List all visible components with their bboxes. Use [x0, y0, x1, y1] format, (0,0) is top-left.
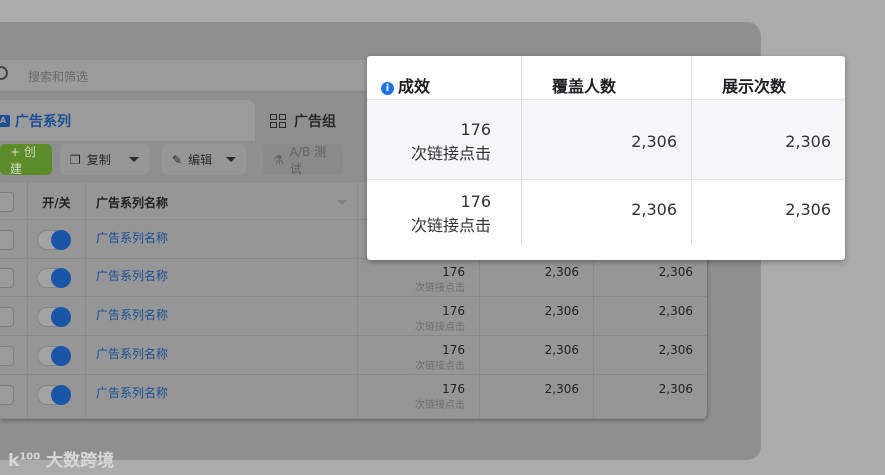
row-checkbox[interactable] — [0, 385, 14, 405]
campaign-icon: A — [0, 114, 10, 127]
column-tooltip-popup: i 成效 覆盖人数 展示次数 176 次链接点击 2,306 2,306 176 次链… — [367, 56, 845, 260]
result-value: 176 — [442, 265, 465, 279]
ab-test-button[interactable]: ⚗ A/B 测试 — [263, 144, 343, 176]
result-cell: 176 次链接点击 — [358, 336, 480, 374]
impressions-value: 2,306 — [658, 304, 693, 318]
impressions-value: 2,306 — [658, 343, 693, 357]
copy-label: 复制 — [86, 153, 111, 167]
result-unit: 次链接点击 — [415, 322, 465, 333]
tab-ad-sets[interactable]: 广告组 — [258, 100, 368, 141]
impressions-value: 2,306 — [658, 382, 693, 396]
sort-icon — [337, 200, 347, 205]
popup-header-impressions: 展示次数 — [691, 56, 845, 99]
reach-value: 2,306 — [544, 382, 579, 396]
header-name[interactable]: 广告系列名称 — [86, 182, 358, 219]
impressions-value: 2,306 — [658, 265, 693, 279]
campaign-toggle[interactable] — [37, 346, 71, 366]
tab-campaigns[interactable]: A 广告系列 — [0, 100, 255, 141]
reach-value: 2,306 — [544, 343, 579, 357]
result-cell: 176 次链接点击 — [358, 258, 480, 296]
popup-header-result: 成效 — [398, 77, 431, 96]
result-value: 176 — [442, 343, 465, 357]
table-row: 广告系列名称 176 次链接点击 2,306 2,306 — [0, 297, 707, 336]
popup-impressions: 2,306 — [691, 100, 845, 179]
popup-result-unit: 次链接点击 — [410, 216, 491, 235]
campaign-toggle[interactable] — [37, 385, 71, 405]
reach-value: 2,306 — [544, 304, 579, 318]
tab-label: 广告组 — [294, 113, 336, 130]
chevron-down-icon — [226, 157, 236, 162]
popup-impressions: 2,306 — [691, 180, 845, 245]
tab-label: 广告系列 — [15, 113, 71, 130]
reach-cell: 2,306 — [480, 297, 594, 335]
table-row: 广告系列名称 176 次链接点击 2,306 2,306 — [0, 375, 707, 419]
table-row: 广告系列名称 176 次链接点击 2,306 2,306 — [0, 258, 707, 297]
popup-header-reach: 覆盖人数 — [521, 56, 691, 99]
chevron-down-icon — [129, 157, 139, 162]
campaign-name-link[interactable]: 广告系列名称 — [86, 258, 358, 296]
popup-result-unit: 次链接点击 — [410, 144, 491, 163]
campaign-name-link[interactable]: 广告系列名称 — [86, 220, 358, 258]
popup-row: 176 次链接点击 2,306 2,306 — [367, 100, 845, 180]
search-icon — [0, 66, 8, 80]
edit-button[interactable]: ✎ 编辑 — [162, 144, 246, 175]
popup-header: i 成效 覆盖人数 展示次数 — [367, 56, 845, 100]
row-checkbox[interactable] — [0, 346, 14, 366]
watermark-logo: k100 大数跨境 — [8, 451, 115, 471]
copy-icon: ❐ — [70, 152, 81, 167]
campaign-toggle[interactable] — [37, 230, 71, 250]
create-button[interactable]: + 创建 — [0, 144, 52, 176]
impressions-cell: 2,306 — [594, 375, 707, 418]
reach-cell: 2,306 — [480, 336, 594, 374]
select-all-checkbox[interactable] — [0, 192, 14, 212]
impressions-cell: 2,306 — [594, 297, 707, 335]
popup-result: 176 — [460, 120, 491, 139]
campaign-toggle[interactable] — [37, 268, 71, 288]
header-toggle: 开/关 — [28, 182, 86, 219]
impressions-cell: 2,306 — [594, 258, 707, 296]
result-unit: 次链接点击 — [415, 400, 465, 411]
popup-result: 176 — [460, 192, 491, 211]
result-value: 176 — [442, 304, 465, 318]
campaign-toggle[interactable] — [37, 307, 71, 327]
result-cell: 176 次链接点击 — [358, 297, 480, 335]
result-unit: 次链接点击 — [415, 361, 465, 372]
reach-cell: 2,306 — [480, 375, 594, 418]
row-checkbox[interactable] — [0, 307, 14, 327]
row-checkbox[interactable] — [0, 230, 14, 250]
edit-label: 编辑 — [188, 153, 213, 167]
header-name-label: 广告系列名称 — [96, 196, 169, 210]
popup-row: 176 次链接点击 2,306 2,306 — [367, 180, 845, 245]
flask-icon: ⚗ — [273, 152, 284, 167]
popup-reach: 2,306 — [521, 180, 691, 245]
search-input[interactable]: 搜索和筛选 — [28, 68, 88, 85]
reach-value: 2,306 — [544, 265, 579, 279]
reach-cell: 2,306 — [480, 258, 594, 296]
table-row: 广告系列名称 176 次链接点击 2,306 2,306 — [0, 336, 707, 375]
ab-test-label: A/B 测试 — [289, 144, 327, 176]
row-checkbox[interactable] — [0, 268, 14, 288]
result-unit: 次链接点击 — [415, 283, 465, 294]
pencil-icon: ✎ — [172, 152, 183, 167]
info-icon[interactable]: i — [381, 82, 394, 95]
grid-icon — [270, 113, 286, 128]
popup-reach: 2,306 — [521, 100, 691, 179]
result-value: 176 — [442, 382, 465, 396]
impressions-cell: 2,306 — [594, 336, 707, 374]
copy-button[interactable]: ❐ 复制 — [60, 144, 149, 175]
campaign-name-link[interactable]: 广告系列名称 — [86, 375, 358, 418]
campaign-name-link[interactable]: 广告系列名称 — [86, 336, 358, 374]
result-cell: 176 次链接点击 — [358, 375, 480, 418]
campaign-name-link[interactable]: 广告系列名称 — [86, 297, 358, 335]
create-label: + 创建 — [10, 144, 36, 176]
watermark-text: 大数跨境 — [46, 451, 115, 471]
